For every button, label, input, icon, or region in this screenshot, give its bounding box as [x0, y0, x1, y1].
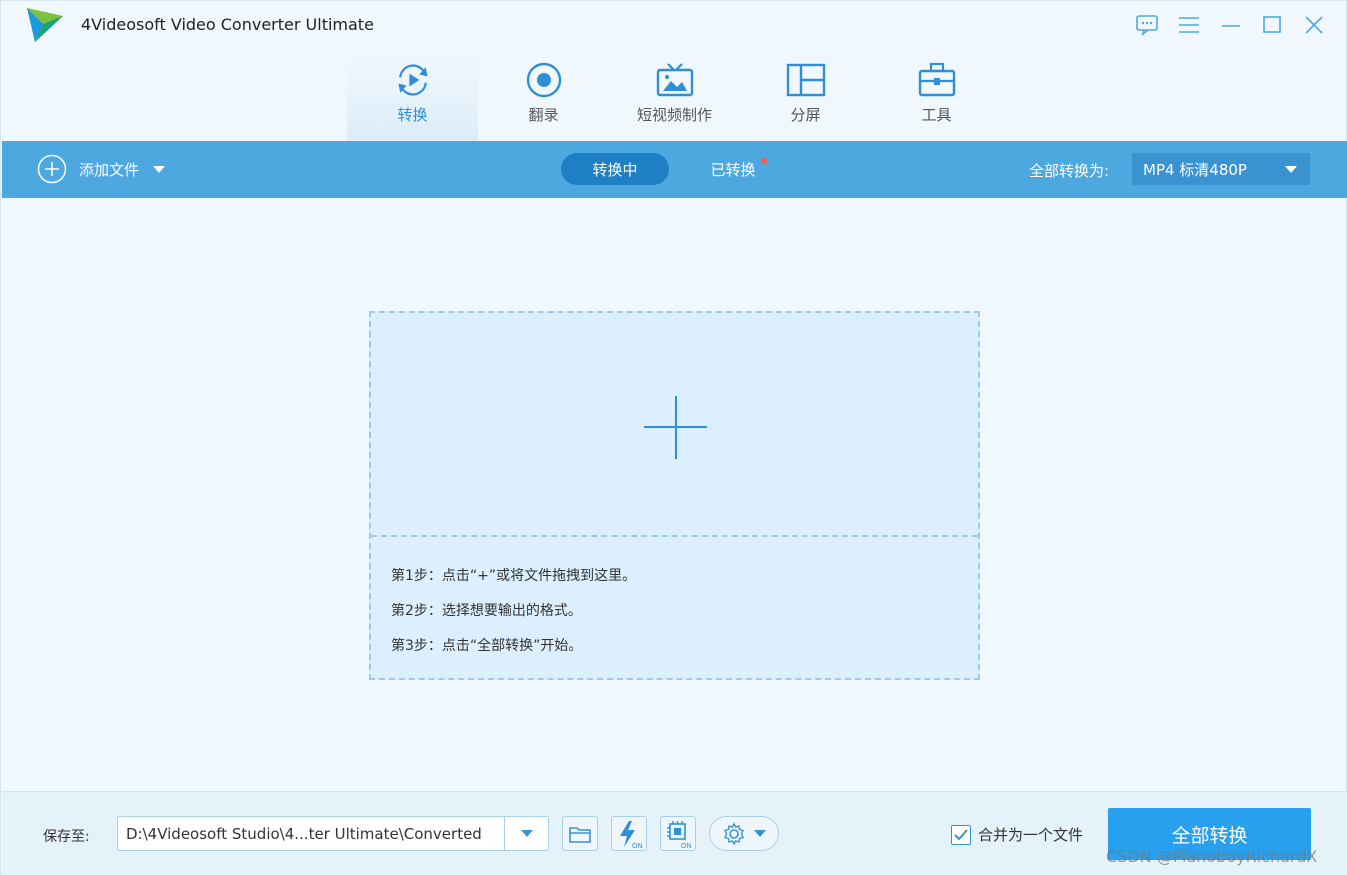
svg-text:ON: ON [681, 843, 692, 849]
footer-bar: 保存至: D:\4Videosoft Studio\4...ter Ultima… [2, 791, 1347, 875]
output-format-select[interactable]: MP4 标清480P [1132, 153, 1310, 185]
merge-into-one-file-checkbox[interactable]: 合并为一个文件 [951, 824, 1083, 845]
ripper-disc-icon [524, 62, 564, 98]
tab-ripper[interactable]: 翻录 [478, 49, 609, 141]
module-tabs: 转换 翻录 短视频制作 分屏 工具 [347, 49, 1002, 141]
folder-icon [569, 826, 591, 843]
converter-toolbar: 添加文件 转换中 已转换 全部转换为: MP4 标清480P [2, 141, 1347, 198]
app-logo [27, 8, 63, 42]
minimize-icon[interactable] [1216, 11, 1246, 39]
add-file-button[interactable]: 添加文件 [37, 154, 166, 184]
hardware-acceleration-button[interactable]: ON [611, 816, 647, 851]
tab-mv-label: 短视频制作 [636, 106, 712, 124]
open-folder-button[interactable] [562, 816, 598, 851]
convert-all-to-label: 全部转换为: [1029, 162, 1110, 180]
tab-toolbox[interactable]: 工具 [871, 49, 1002, 141]
maximize-icon[interactable] [1257, 11, 1287, 39]
tab-mv[interactable]: 短视频制作 [609, 49, 740, 141]
collage-icon [786, 62, 826, 98]
add-file-area[interactable] [371, 313, 978, 537]
instruction-steps: 第1步：点击“+”或将文件拖拽到这里。 第2步：选择想要输出的格式。 第3步：点… [391, 565, 636, 670]
close-icon[interactable] [1299, 11, 1329, 39]
add-file-label: 添加文件 [79, 160, 140, 179]
tab-convert-label: 转换 [397, 106, 428, 124]
step-1-text: 第1步：点击“+”或将文件拖拽到这里。 [391, 568, 637, 584]
save-to-label: 保存至: [43, 829, 90, 845]
cpu-chip-icon: ON [667, 820, 692, 849]
gpu-acceleration-button[interactable]: ON [660, 816, 696, 851]
tab-collage[interactable]: 分屏 [740, 49, 871, 141]
title-bar: 4Videosoft Video Converter Ultimate [1, 1, 1346, 49]
tab-converting[interactable]: 转换中 [561, 153, 669, 185]
toolbox-icon [917, 62, 957, 98]
chevron-down-icon [1285, 166, 1297, 173]
convert-icon [393, 62, 433, 98]
step-3-text: 第3步：点击“全部转换”开始。 [391, 638, 583, 654]
chevron-down-icon [520, 830, 533, 837]
watermark-text: CSDN @PianoboyRichardX [1106, 847, 1318, 866]
file-drop-zone[interactable]: 第1步：点击“+”或将文件拖拽到这里。 第2步：选择想要输出的格式。 第3步：点… [369, 311, 980, 680]
feedback-icon[interactable] [1132, 11, 1162, 39]
svg-text:ON: ON [632, 843, 643, 849]
chevron-down-icon[interactable] [153, 165, 166, 173]
step-2-text: 第2步：选择想要输出的格式。 [391, 603, 582, 619]
new-badge [761, 158, 767, 164]
output-path-value: D:\4Videosoft Studio\4...ter Ultimate\Co… [126, 825, 482, 843]
output-format-value: MP4 标清480P [1143, 160, 1247, 179]
checkbox-checked[interactable] [951, 824, 971, 845]
add-circle-icon [37, 154, 67, 184]
output-path-field[interactable]: D:\4Videosoft Studio\4...ter Ultimate\Co… [117, 816, 549, 851]
tab-collage-label: 分屏 [790, 106, 821, 124]
app-title: 4Videosoft Video Converter Ultimate [81, 15, 374, 34]
mv-tv-icon [655, 62, 695, 98]
settings-button[interactable] [709, 816, 779, 851]
app-window: 4Videosoft Video Converter Ultimate 转换 翻… [0, 0, 1347, 875]
tab-ripper-label: 翻录 [528, 106, 559, 124]
merge-label: 合并为一个文件 [978, 826, 1084, 844]
tab-convert[interactable]: 转换 [347, 49, 478, 141]
tab-toolbox-label: 工具 [921, 106, 952, 124]
menu-icon[interactable] [1174, 11, 1204, 39]
checkmark-icon [954, 828, 968, 840]
path-dropdown-button[interactable] [504, 817, 548, 850]
gear-icon [724, 822, 744, 845]
chevron-down-icon [754, 830, 766, 837]
lightning-icon: ON [620, 820, 643, 849]
